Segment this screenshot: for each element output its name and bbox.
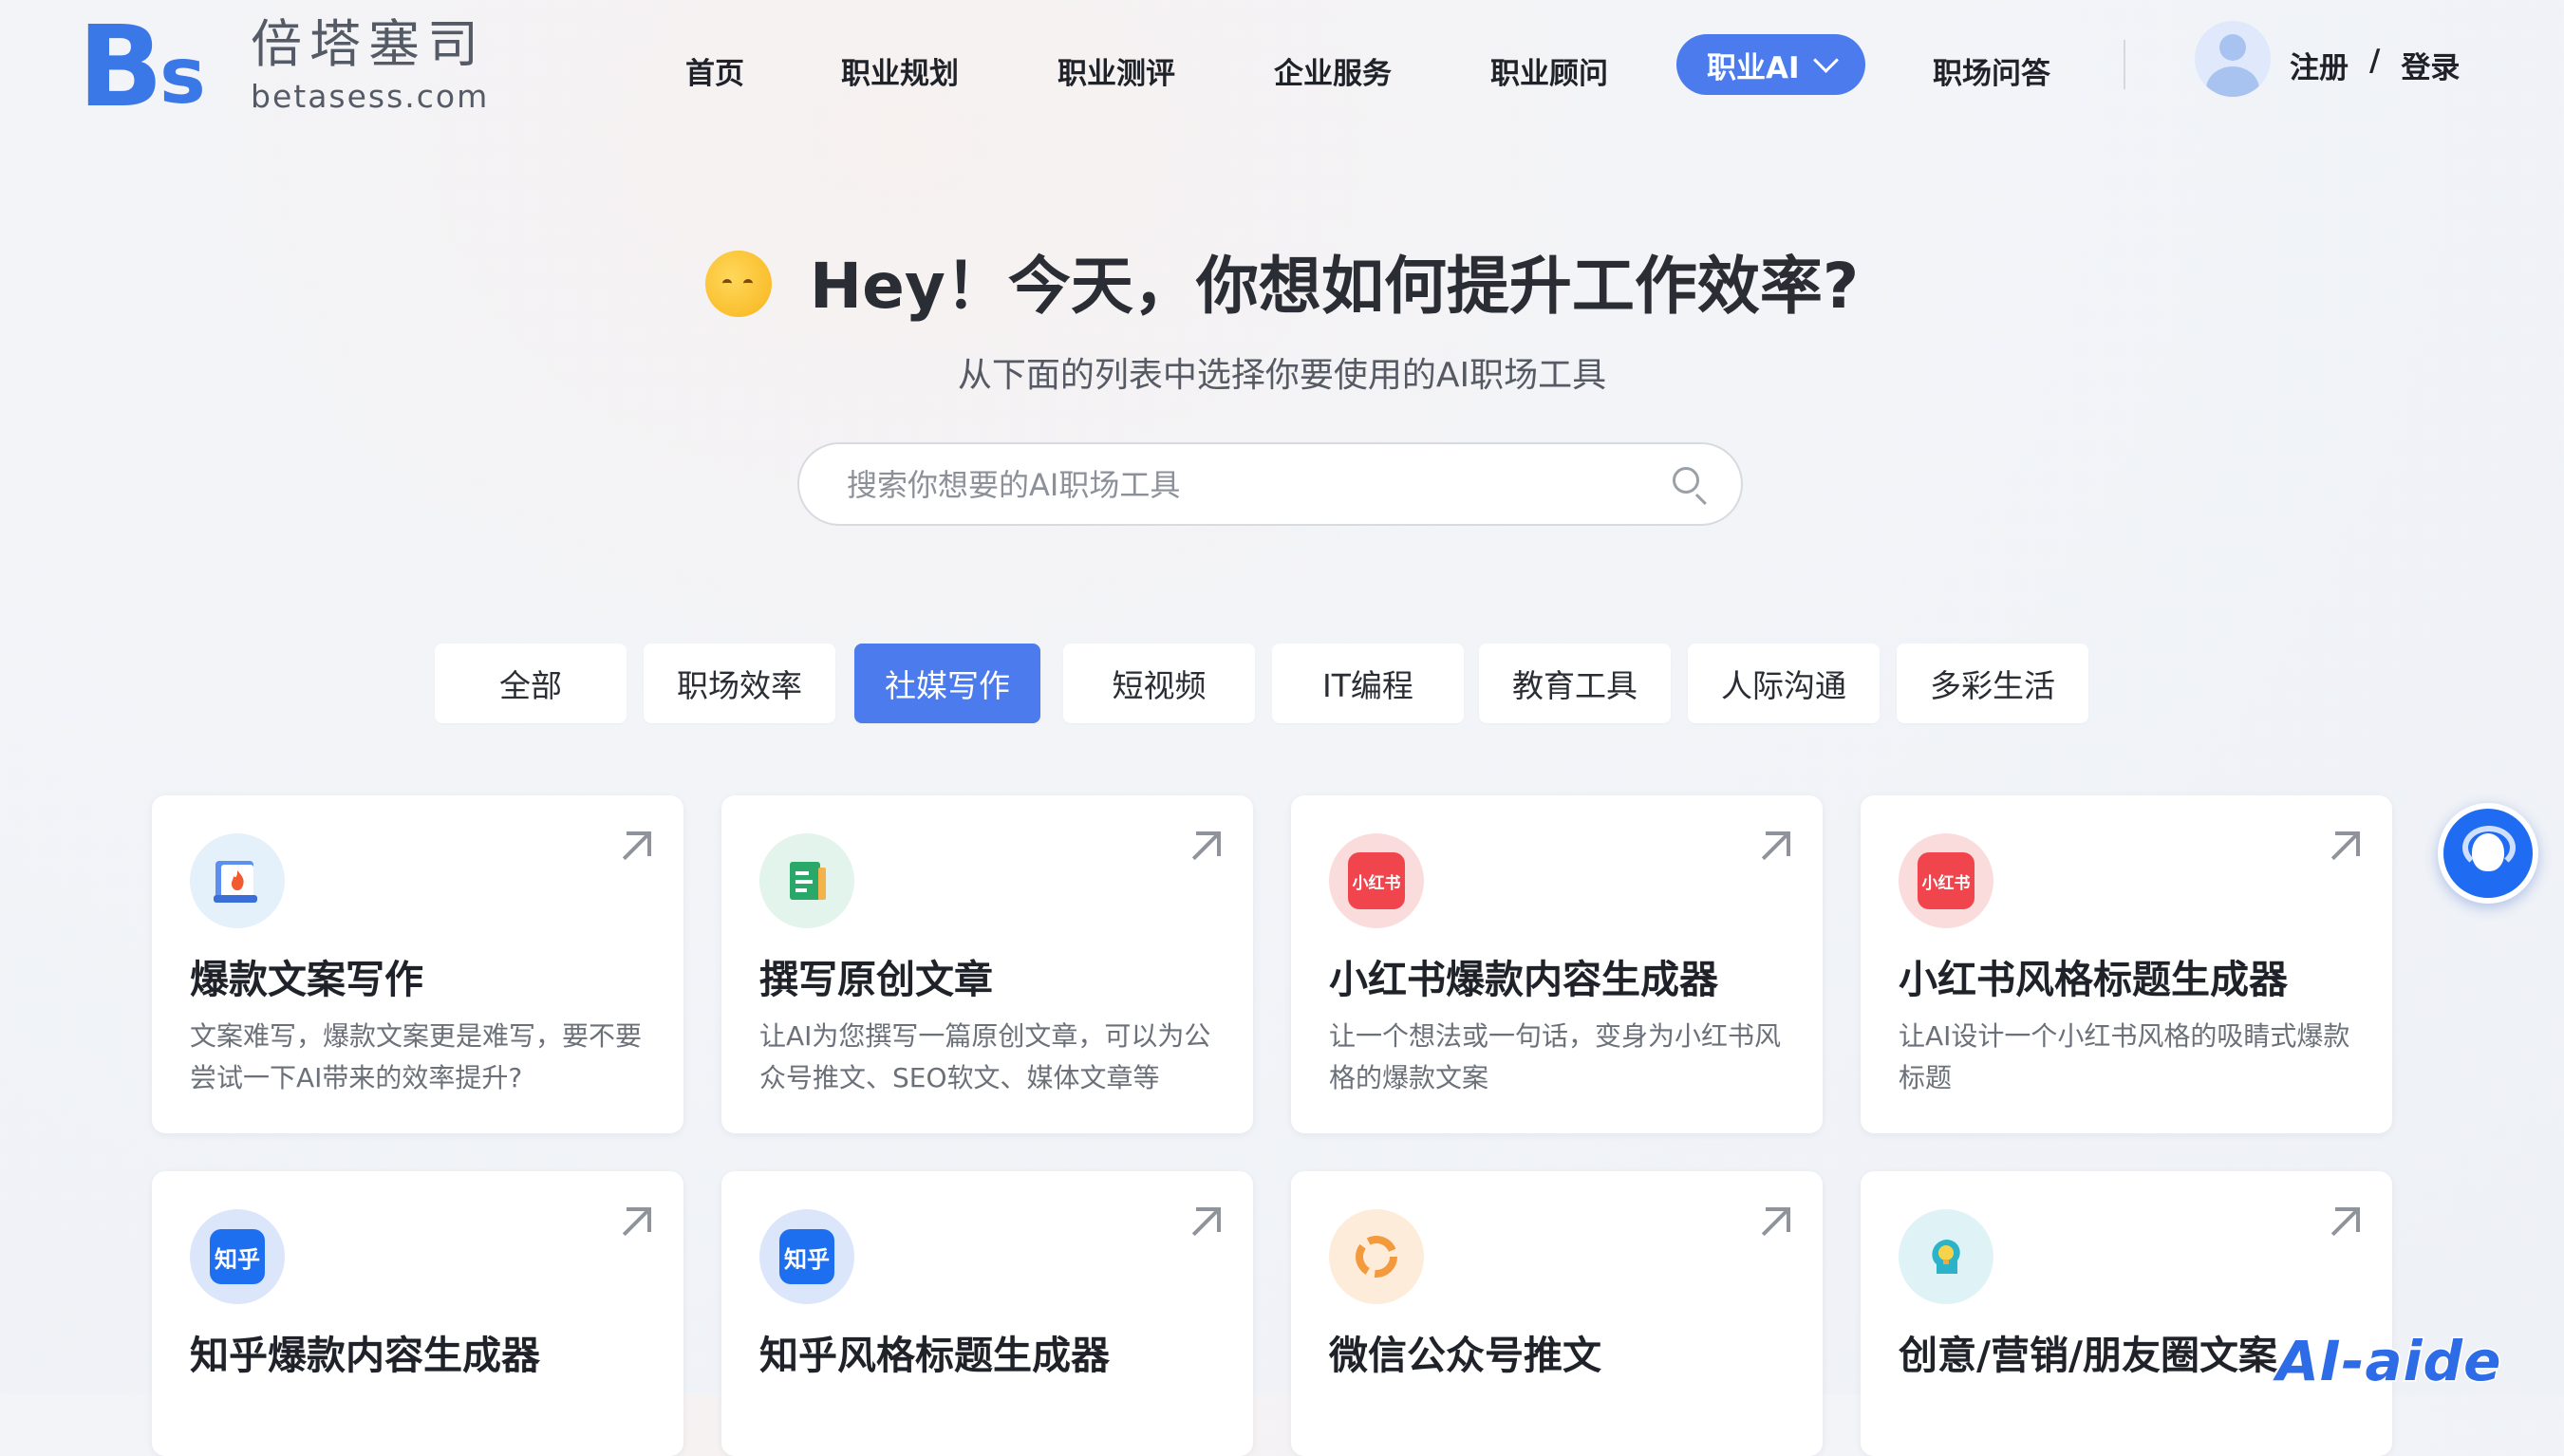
nav-career-assessment[interactable]: 职业测评 [1057, 49, 1175, 92]
page-subtitle: 从下面的列表中选择你要使用的AI职场工具 [957, 356, 1607, 395]
nav-divider [2124, 40, 2125, 89]
tool-card[interactable]: 知乎 知乎风格标题生成器 [721, 1171, 1253, 1456]
card-title: 微信公众号推文 [1329, 1333, 1601, 1378]
card-title: 小红书风格标题生成器 [1899, 957, 2288, 1002]
open-arrow-icon[interactable] [1761, 831, 1790, 861]
user-avatar[interactable] [2195, 21, 2271, 97]
card-title: 撰写原创文章 [759, 957, 993, 1002]
page-title: Hey！今天，你想如何提升工作效率? [0, 235, 2564, 327]
wechat-official-icon [1329, 1209, 1424, 1304]
open-arrow-icon[interactable] [1761, 1207, 1790, 1237]
watermark-logo: AI-aide [2274, 1328, 2502, 1395]
chevron-down-icon [1812, 47, 1839, 73]
tool-card[interactable]: 小红书 小红书风格标题生成器 让AI设计一个小红书风格的吸睛式爆款标题 [1861, 795, 2392, 1133]
open-arrow-icon[interactable] [2330, 1207, 2360, 1237]
document-icon [759, 833, 854, 928]
card-title: 创意/营销/朋友圈文案 [1899, 1333, 2277, 1378]
tab-interpersonal[interactable]: 人际沟通 [1688, 644, 1880, 723]
tool-card[interactable]: 创意/营销/朋友圈文案 [1861, 1171, 2392, 1456]
open-arrow-icon[interactable] [1191, 831, 1221, 861]
login-link[interactable]: 登录 [2401, 44, 2460, 86]
nav-career-ai-label: 职业AI [1707, 50, 1800, 85]
search-icon[interactable] [1673, 467, 1707, 506]
zhihu-badge: 知乎 [210, 1229, 265, 1284]
search-input[interactable] [845, 444, 1627, 526]
card-title: 知乎爆款内容生成器 [190, 1333, 540, 1378]
card-description: 让AI设计一个小红书风格的吸睛式爆款标题 [1899, 1020, 2350, 1093]
nav-home[interactable]: 首页 [685, 49, 744, 92]
xiaohongshu-badge: 小红书 [1918, 852, 1974, 909]
tab-colorful-life[interactable]: 多彩生活 [1897, 644, 2088, 723]
logo-cn-text: 倍塔塞司 [251, 14, 486, 75]
auth-links: 注册 / 登录 [2290, 44, 2460, 86]
card-title: 爆款文案写作 [190, 957, 423, 1002]
tool-card[interactable]: 撰写原创文章 让AI为您撰写一篇原创文章，可以为公众号推文、SEO软文、媒体文章… [721, 795, 1253, 1133]
logo-mark-icon: Bs [78, 1, 206, 132]
xiaohongshu-icon: 小红书 [1329, 833, 1424, 928]
ai-assistant-button[interactable] [2438, 803, 2538, 904]
nav-career-planning[interactable]: 职业规划 [841, 49, 959, 92]
nav-career-consultant[interactable]: 职业顾问 [1490, 49, 1608, 92]
fire-document-icon [190, 833, 285, 928]
logo-en-text: betasess.com [251, 77, 490, 115]
tab-social-media-writing[interactable]: 社媒写作 [854, 644, 1040, 723]
open-arrow-icon[interactable] [622, 831, 651, 861]
card-title: 小红书爆款内容生成器 [1329, 957, 1718, 1002]
zhihu-icon: 知乎 [190, 1209, 285, 1304]
site-logo[interactable]: Bs 倍塔塞司 betasess.com [78, 1, 490, 132]
xiaohongshu-icon: 小红书 [1899, 833, 1993, 928]
nav-workplace-qa[interactable]: 职场问答 [1933, 49, 2050, 92]
open-arrow-icon[interactable] [622, 1207, 651, 1237]
zhihu-badge: 知乎 [779, 1229, 834, 1284]
nav-enterprise-services[interactable]: 企业服务 [1274, 49, 1392, 92]
tool-card[interactable]: 小红书 小红书爆款内容生成器 让一个想法或一句话，变身为小红书风格的爆款文案 [1291, 795, 1823, 1133]
tab-short-video[interactable]: 短视频 [1063, 644, 1255, 723]
nav-career-ai-dropdown[interactable]: 职业AI [1676, 34, 1865, 95]
tool-card[interactable]: 知乎 知乎爆款内容生成器 [152, 1171, 683, 1456]
search-box [797, 442, 1743, 526]
register-link[interactable]: 注册 [2290, 44, 2349, 86]
tool-card[interactable]: 微信公众号推文 [1291, 1171, 1823, 1456]
tab-it-programming[interactable]: IT编程 [1272, 644, 1464, 723]
card-description: 让AI为您撰写一篇原创文章，可以为公众号推文、SEO软文、媒体文章等 [759, 1020, 1211, 1093]
card-description: 文案难写，爆款文案更是难写，要不要尝试一下AI带来的效率提升? [190, 1020, 643, 1093]
xiaohongshu-badge: 小红书 [1348, 852, 1405, 909]
tab-education-tools[interactable]: 教育工具 [1479, 644, 1671, 723]
page-title-text: Hey！今天，你想如何提升工作效率? [809, 250, 1860, 323]
tab-workplace-efficiency[interactable]: 职场效率 [644, 644, 835, 723]
card-description: 让一个想法或一句话，变身为小红书风格的爆款文案 [1329, 1020, 1782, 1093]
lightbulb-head-icon [1899, 1209, 1993, 1304]
tool-card[interactable]: 爆款文案写作 文案难写，爆款文案更是难写，要不要尝试一下AI带来的效率提升? [152, 795, 683, 1133]
open-arrow-icon[interactable] [1191, 1207, 1221, 1237]
auth-separator: / [2369, 44, 2381, 78]
open-arrow-icon[interactable] [2330, 831, 2360, 861]
site-header: Bs 倍塔塞司 betasess.com 首页 职业规划 职业测评 企业服务 职… [0, 0, 2564, 133]
tab-all[interactable]: 全部 [435, 644, 627, 723]
smiling-face-icon [704, 251, 772, 317]
zhihu-icon: 知乎 [759, 1209, 854, 1304]
card-title: 知乎风格标题生成器 [759, 1333, 1110, 1378]
